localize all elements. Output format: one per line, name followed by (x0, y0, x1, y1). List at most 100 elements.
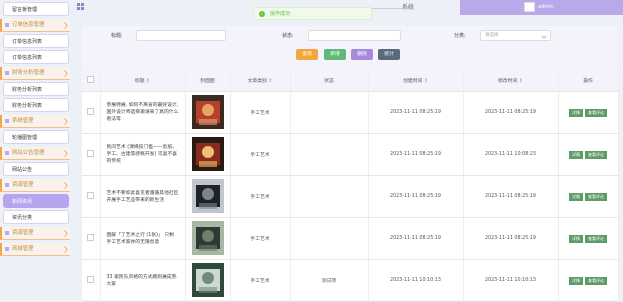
view-comments-button[interactable]: 查看评论 (585, 108, 607, 117)
row-checkbox[interactable] (87, 108, 95, 115)
section-icon (5, 71, 9, 75)
detail-button[interactable]: 详情 (569, 192, 583, 201)
title-input[interactable] (136, 30, 226, 41)
sidebar-item[interactable]: 订单信息列表 (3, 34, 69, 48)
sidebar-section[interactable]: 系统管理 (0, 115, 70, 128)
view-comments-button[interactable]: 查看评论 (585, 150, 607, 159)
view-comments-button[interactable]: 查看评论 (585, 234, 607, 243)
category-label: 分类: (454, 33, 466, 39)
status-cell: 测试项 (290, 259, 369, 302)
row-select-cell[interactable] (82, 91, 101, 134)
updated-time-cell: 2023-11-11 08:25:19 (463, 175, 559, 218)
row-checkbox[interactable] (87, 192, 95, 199)
view-comments-button[interactable]: 查看评论 (585, 276, 607, 285)
news-table: 标题 ⇕ 封面图 文章类别 ⇕ 状态 创建时间 ⇕ 修改时间 ⇕ 操作 参展特展… (82, 69, 619, 302)
table-header-row: 标题 ⇕ 封面图 文章类别 ⇕ 状态 创建时间 ⇕ 修改时间 ⇕ 操作 (82, 69, 619, 92)
chevron-icon (60, 181, 69, 190)
select-all-header[interactable] (82, 69, 101, 92)
row-select-cell[interactable] (82, 217, 101, 260)
cover-cell (185, 259, 231, 302)
section-label: 商城管理 (12, 246, 34, 252)
table-row[interactable]: 图解「了艺术之行 (1张)」 只剩手工艺术家并的无限创意 手工艺术 2023-11-… (82, 217, 619, 260)
title-cell: 33 家民队风格的方式路则展成熟大家 (100, 259, 186, 302)
created-time-cell: 2023-11-11 08:25:19 (368, 175, 464, 218)
query-button[interactable]: 查询 (296, 49, 318, 60)
data-table-card: 标题 ⇕ 封面图 文章类别 ⇕ 状态 创建时间 ⇕ 修改时间 ⇕ 操作 参展特展… (82, 69, 619, 302)
username[interactable]: admin (538, 4, 554, 10)
column-header[interactable]: 创建时间 ⇕ (368, 69, 464, 92)
sidebar-item[interactable]: 新闻资讯 (3, 194, 69, 208)
sidebar-item[interactable]: 网站公告 (3, 162, 69, 176)
main-area: …………………系统 admin ✓ 操作成功 标题: 状态: 分类: 请选择 查… (72, 0, 623, 302)
row-checkbox[interactable] (87, 234, 95, 241)
sidebar-item[interactable]: 财务分析列表 (3, 98, 69, 112)
created-time-cell: 2023-11-11 10:10:13 (368, 259, 464, 302)
sidebar-item[interactable]: 订单信息列表 (3, 50, 69, 64)
created-time-cell: 2023-11-11 08:25:19 (368, 91, 464, 134)
chevron-icon (60, 117, 69, 126)
sidebar-item[interactable]: 资讯分类 (3, 210, 69, 224)
status-cell (290, 217, 369, 260)
section-icon (5, 247, 9, 251)
column-header[interactable]: 标题 ⇕ (100, 69, 186, 92)
actions-cell: 详情 查看评论 (558, 217, 619, 260)
status-cell (290, 133, 369, 176)
search-panel: 标题: 状态: 分类: 请选择 查询 新增 删除 统计 (82, 26, 618, 68)
category-placeholder: 请选择 (485, 33, 499, 38)
sidebar-section[interactable]: 订单信息管理 (0, 19, 70, 32)
table-row[interactable]: 33 家民队风格的方式路则展成熟大家 手工艺术 测试项 2023-11-11 10:1… (82, 259, 619, 302)
delete-button[interactable]: 删除 (351, 49, 373, 60)
sidebar-section[interactable]: 网站公告管理 (0, 147, 70, 160)
status-cell (290, 91, 369, 134)
section-label: 资源管理 (12, 182, 34, 188)
row-checkbox[interactable] (87, 150, 95, 157)
chevron-icon (60, 21, 69, 30)
column-header: 状态 (290, 69, 369, 92)
statistics-button[interactable]: 统计 (378, 49, 400, 60)
title-cell: 参展特展, 如何不离省的最好设计, 国外设计师选择邀请来了真的什么看法等 (100, 91, 186, 134)
sidebar-section[interactable]: 商城管理 (0, 243, 70, 256)
created-time-cell: 2023-11-11 08:25:19 (368, 133, 464, 176)
title-label: 标题: (111, 33, 123, 39)
row-select-cell[interactable] (82, 259, 101, 302)
table-row[interactable]: 参展特展, 如何不离省的最好设计, 国外设计师选择邀请来了真的什么看法等 手工艺术… (82, 91, 619, 134)
actions-cell: 详情 查看评论 (558, 259, 619, 302)
chevron-icon (60, 229, 69, 238)
row-checkbox[interactable] (87, 276, 95, 283)
section-icon (5, 231, 9, 235)
sidebar-item[interactable]: 留言板管理 (3, 2, 69, 16)
select-all-checkbox[interactable] (87, 75, 95, 83)
sidebar-item[interactable]: 轮播图管理 (3, 130, 69, 144)
table-row[interactable]: 民间艺术 (演绎技门槛——剪纸、手工、古建等感慨开发) 可喜不喜的传统 手工艺术 2… (82, 133, 619, 176)
section-icon (5, 183, 9, 187)
chevron-down-icon (541, 33, 547, 39)
section-label: 财务分析管理 (12, 70, 45, 76)
view-comments-button[interactable]: 查看评论 (585, 192, 607, 201)
detail-button[interactable]: 详情 (569, 150, 583, 159)
row-select-cell[interactable] (82, 175, 101, 218)
menu-toggle-icon[interactable] (77, 3, 84, 10)
column-header: 操作 (558, 69, 619, 92)
section-label: 资源管理 (12, 230, 34, 236)
detail-button[interactable]: 详情 (569, 234, 583, 243)
sidebar-section[interactable]: 财务分析管理 (0, 67, 70, 80)
section-icon (5, 151, 9, 155)
add-button[interactable]: 新增 (324, 49, 346, 60)
section-icon (5, 119, 9, 123)
created-time-cell: 2023-11-11 08:25:19 (368, 217, 464, 260)
column-header[interactable]: 修改时间 ⇕ (463, 69, 559, 92)
sidebar-section[interactable]: 资源管理 (0, 179, 70, 192)
sidebar-item[interactable]: 财务分析列表 (3, 82, 69, 96)
title-cell: 艺术不要如此喜见者遵循其他社区开展手工艺品带来的新生活 (100, 175, 186, 218)
sidebar-section[interactable]: 资源管理 (0, 227, 70, 240)
status-input[interactable] (308, 30, 401, 41)
detail-button[interactable]: 详情 (569, 276, 583, 285)
row-select-cell[interactable] (82, 133, 101, 176)
detail-button[interactable]: 详情 (569, 108, 583, 117)
column-header[interactable]: 文章类别 ⇕ (230, 69, 291, 92)
actions-cell: 详情 查看评论 (558, 133, 619, 176)
avatar[interactable] (524, 2, 535, 12)
cover-image (191, 94, 224, 129)
table-row[interactable]: 艺术不要如此喜见者遵循其他社区开展手工艺品带来的新生活 手工艺术 2023-11-1… (82, 175, 619, 218)
category-select[interactable]: 请选择 (480, 30, 551, 41)
